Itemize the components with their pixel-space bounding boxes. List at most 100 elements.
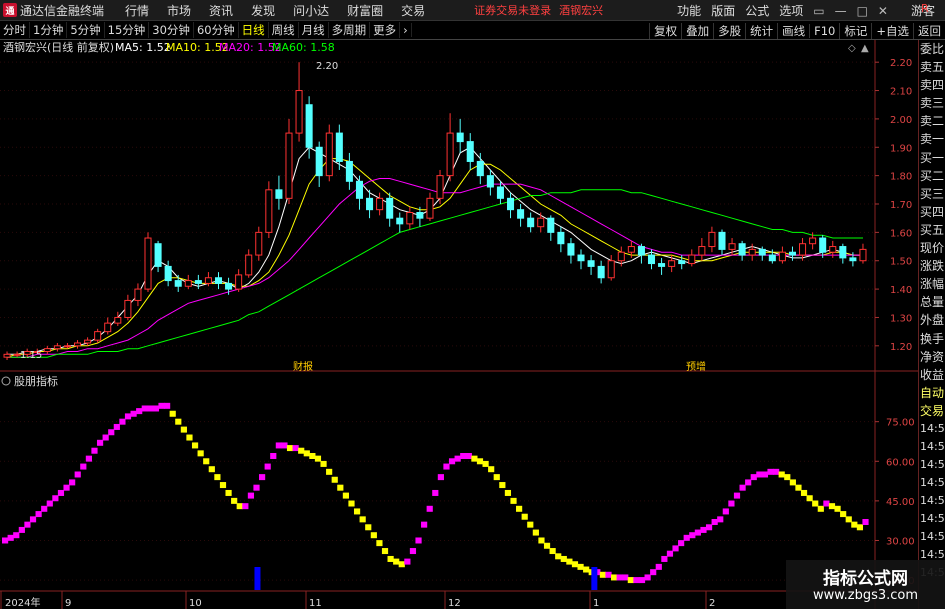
menu-function[interactable]: 功能 <box>672 2 706 19</box>
indicator-bar-down <box>543 542 551 549</box>
chart-title: 酒钢宏兴(日线 前复权) <box>3 40 114 54</box>
event-forecast[interactable]: 预增 <box>686 360 706 373</box>
tool-adjust[interactable]: 复权 <box>649 22 681 39</box>
menu-options[interactable]: 选项 <box>774 2 808 19</box>
period-tab-weekly[interactable]: 周线 <box>269 22 299 38</box>
period-tab-15min[interactable]: 15分钟 <box>105 22 150 38</box>
side-item[interactable]: 涨跌 <box>919 257 945 275</box>
indicator-bar-up <box>247 492 255 499</box>
menu-market-quote[interactable]: 行情 <box>116 2 158 19</box>
tool-statistics[interactable]: 统计 <box>745 22 777 39</box>
low-price-label: 1.15 <box>20 350 42 361</box>
indicator-bar-down <box>571 561 579 568</box>
side-item[interactable]: 买三 <box>919 185 945 203</box>
event-earnings[interactable]: 财报 <box>293 360 313 373</box>
chart-expand-icon[interactable]: ▲ <box>861 43 869 54</box>
side-item[interactable]: 卖四 <box>919 76 945 94</box>
indicator-bar-up <box>124 413 132 420</box>
indicator-bar-up <box>96 439 104 446</box>
tool-f10[interactable]: F10 <box>809 23 839 38</box>
restore-layout-icon[interactable]: ▭ <box>808 4 829 18</box>
tool-back[interactable]: 返回 <box>913 22 945 39</box>
menu-layout[interactable]: 版面 <box>706 2 740 19</box>
indicator-bar-down <box>488 466 495 473</box>
side-item[interactable]: 净资 <box>919 348 945 366</box>
side-item[interactable]: 买一 <box>919 149 945 167</box>
ma60-label: MA60: 1.58 <box>272 41 335 54</box>
tool-draw[interactable]: 画线 <box>777 22 809 39</box>
period-tab-30min[interactable]: 30分钟 <box>149 22 194 38</box>
kline-chart[interactable]: 2.20 2.10 2.00 1.90 1.80 1.70 1.60 1.50 1.40 1.30… <box>0 40 918 609</box>
indicator-bar-down <box>359 516 366 523</box>
menu-discover[interactable]: 发现 <box>242 2 284 19</box>
side-item[interactable]: 自动 <box>919 384 945 402</box>
side-item[interactable]: 外盘 <box>919 311 945 329</box>
current-stock-link[interactable]: 酒钢宏兴 <box>559 2 603 18</box>
tool-add-watchlist[interactable]: +自选 <box>871 22 913 39</box>
tool-overlay[interactable]: 叠加 <box>681 22 713 39</box>
indicator-bar-up <box>622 574 629 581</box>
indicator-bar-up <box>705 524 713 531</box>
side-item[interactable]: 卖二 <box>919 112 945 130</box>
period-tab-more[interactable]: 更多 <box>370 22 401 38</box>
r-badge: R <box>921 2 929 15</box>
indicator-bar-up <box>683 534 690 541</box>
menu-formula[interactable]: 公式 <box>740 2 774 19</box>
side-item[interactable]: 买四 <box>919 203 945 221</box>
side-item[interactable]: 换手 <box>919 330 945 348</box>
candle-up <box>53 345 61 350</box>
side-item[interactable]: 现价 <box>919 239 945 257</box>
indicator-bar-up <box>432 489 439 496</box>
indicator-tick-label: 60.00 <box>886 457 915 468</box>
period-tab-daily[interactable]: 日线 <box>239 22 269 38</box>
candle-down <box>174 280 182 287</box>
menu-wealth[interactable]: 财富圈 <box>338 2 392 19</box>
guest-user[interactable]: 游客 <box>893 2 945 19</box>
indicator-bar-up <box>750 474 757 481</box>
tool-multi-stock[interactable]: 多股 <box>713 22 745 39</box>
price-tick-label: 2.10 <box>890 87 912 98</box>
side-item[interactable]: 交易 <box>919 402 945 420</box>
menu-ask[interactable]: 问小达 <box>284 2 338 19</box>
minimize-icon[interactable]: — <box>830 4 852 18</box>
price-tick-label: 1.50 <box>890 257 912 268</box>
maximize-icon[interactable]: □ <box>852 4 873 18</box>
period-tab-monthly[interactable]: 月线 <box>299 22 329 38</box>
period-tab-1min[interactable]: 1分钟 <box>30 22 68 38</box>
chart-settings-icon[interactable]: ◇ <box>848 43 856 54</box>
indicator-bar-down <box>381 548 389 555</box>
side-item[interactable]: 总量 <box>919 293 945 311</box>
candle-down <box>637 246 645 256</box>
side-item[interactable]: 买二 <box>919 167 945 185</box>
side-item[interactable]: 卖一 <box>919 130 945 148</box>
signal-bar <box>254 567 261 590</box>
side-item[interactable]: 涨幅 <box>919 275 945 293</box>
login-status[interactable]: 证券交易未登录 <box>474 2 551 18</box>
period-tab-5min[interactable]: 5分钟 <box>67 22 105 38</box>
period-tab-intraday[interactable]: 分时 <box>0 22 30 38</box>
period-tab-60min[interactable]: 60分钟 <box>194 22 239 38</box>
side-item[interactable]: 委比 <box>919 40 945 58</box>
side-item[interactable]: 卖三 <box>919 94 945 112</box>
side-item[interactable]: 买五 <box>919 221 945 239</box>
more-chevron-icon[interactable]: › <box>400 23 412 37</box>
indicator-bar-down <box>387 555 394 562</box>
menu-trade[interactable]: 交易 <box>392 2 434 19</box>
candle-up <box>617 251 625 262</box>
indicator-bar-up <box>650 569 657 576</box>
indicator-bar-down <box>817 505 824 512</box>
time-axis-label: 11 <box>309 598 322 609</box>
tool-mark[interactable]: 标记 <box>839 22 871 39</box>
indicator-bar-down <box>180 426 187 433</box>
close-icon[interactable]: ✕ <box>873 4 893 18</box>
indicator-bar-up <box>421 521 428 528</box>
side-item[interactable]: 收益 <box>919 366 945 384</box>
menu-news[interactable]: 资讯 <box>200 2 242 19</box>
menu-market[interactable]: 市场 <box>158 2 200 19</box>
period-tab-multi[interactable]: 多周期 <box>329 22 371 38</box>
time-axis-label: 2024年 <box>5 596 40 609</box>
candle-up <box>204 277 212 284</box>
candle-up <box>295 90 303 134</box>
side-item[interactable]: 卖五 <box>919 58 945 76</box>
indicator-bar-down <box>812 500 819 507</box>
